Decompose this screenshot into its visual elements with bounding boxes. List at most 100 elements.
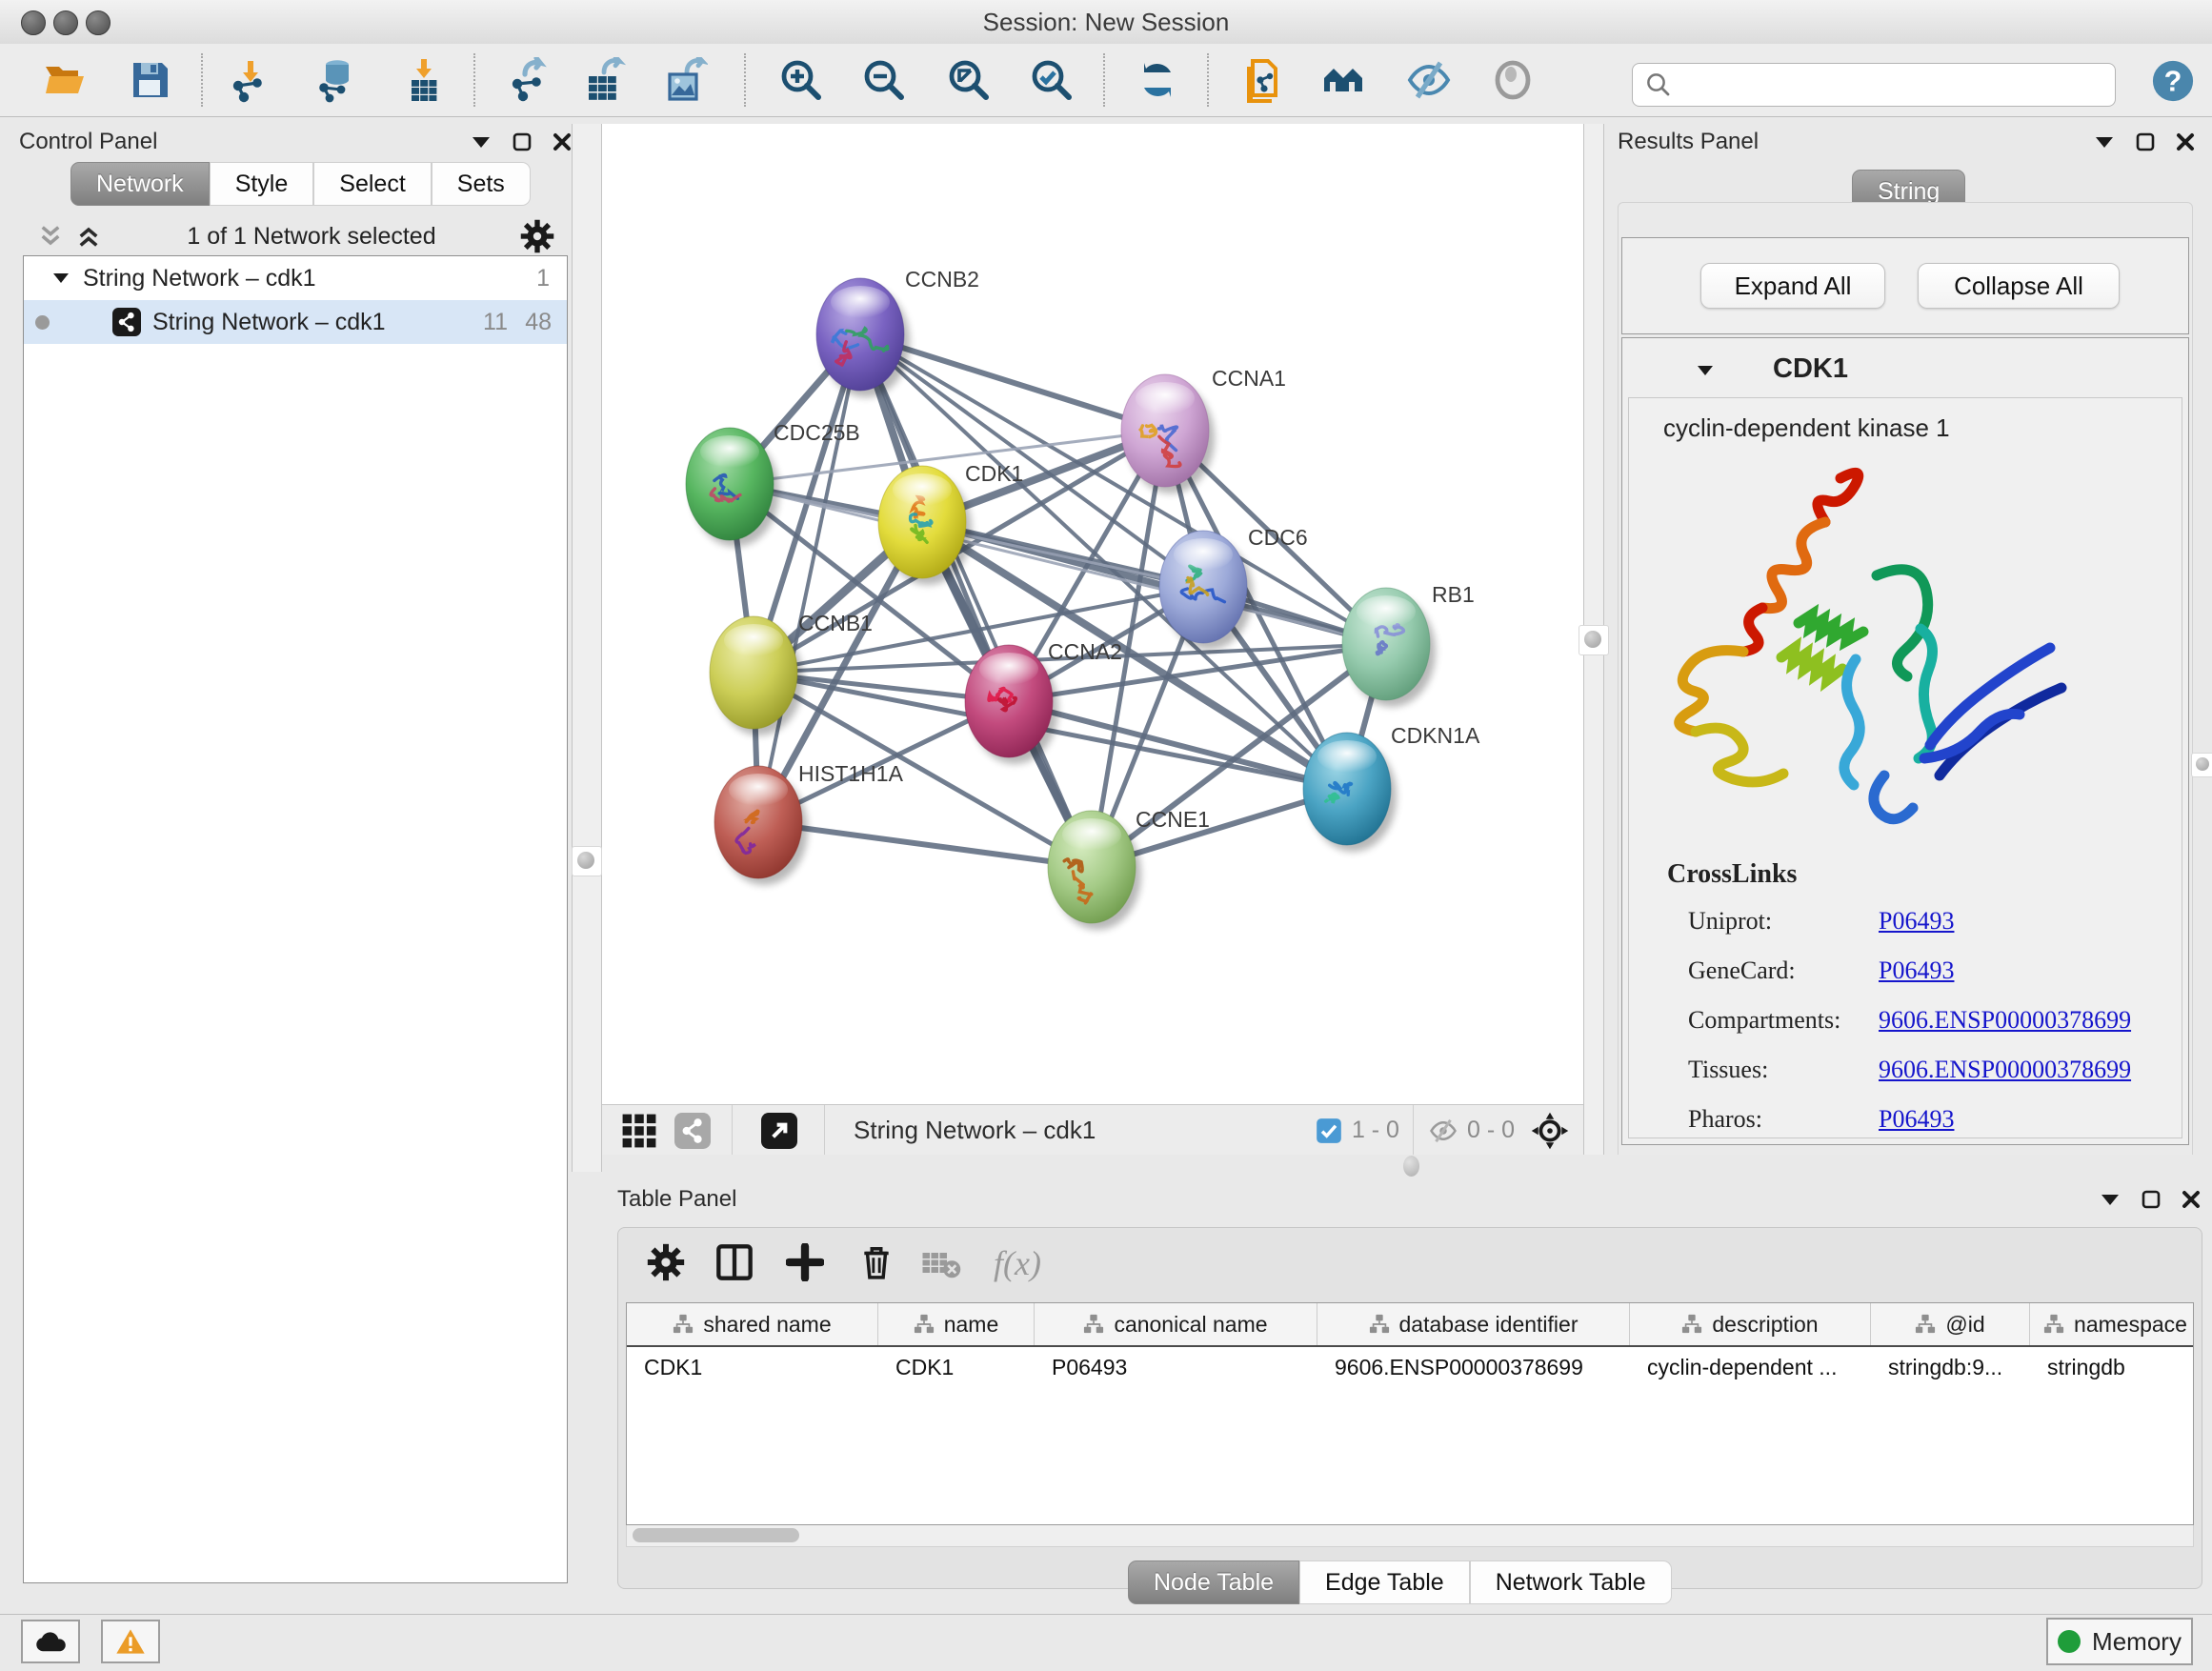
table-cell[interactable]: CDK1 [627, 1355, 878, 1380]
export-table-icon[interactable] [581, 57, 627, 103]
network-collection-row[interactable]: String Network – cdk1 1 [24, 256, 567, 300]
crosslink-link[interactable]: P06493 [1879, 907, 1954, 935]
tab-node-table[interactable]: Node Table [1128, 1560, 1299, 1604]
table-cell[interactable]: cyclin-dependent ... [1630, 1355, 1871, 1380]
memory-status-button[interactable]: Memory [2046, 1618, 2193, 1665]
network-results-splitter-grip[interactable] [1579, 625, 1609, 655]
results-scrollbar-grip[interactable] [2191, 753, 2212, 777]
tab-select[interactable]: Select [313, 162, 431, 206]
network-node-CCNA1[interactable]: CCNA1 [1121, 366, 1286, 493]
network-edge-CCNB2-CCNE1[interactable] [860, 334, 1092, 867]
table-horizontal-scrollbar[interactable] [626, 1525, 2194, 1547]
network-list-options-gear-icon[interactable] [520, 219, 554, 253]
import-table-file-icon[interactable] [400, 57, 446, 103]
zoom-in-icon[interactable] [778, 57, 824, 103]
export-image-icon[interactable] [662, 57, 708, 103]
show-all-eye-icon[interactable] [1490, 57, 1536, 103]
refresh-icon[interactable] [1135, 57, 1180, 103]
column-header-name[interactable]: name [878, 1303, 1035, 1345]
hide-selected-eye-slash-icon[interactable] [1406, 57, 1452, 103]
panel-menu-icon[interactable] [471, 135, 492, 149]
table-cell[interactable]: stringdb [2030, 1355, 2194, 1380]
entry-expanded-arrow-icon[interactable] [1697, 365, 1714, 376]
function-builder-icon[interactable]: f(x) [994, 1243, 1041, 1283]
network-node-CDC6[interactable]: CDC6 [1159, 525, 1308, 650]
panel-close-icon[interactable] [2176, 132, 2195, 151]
zoom-selected-icon[interactable] [1029, 57, 1075, 103]
tab-network[interactable]: Network [70, 162, 210, 206]
column-header-shared-name[interactable]: shared name [627, 1303, 878, 1345]
network-node-CCNB2[interactable]: CCNB2 [816, 267, 979, 397]
delete-column-trash-icon[interactable] [858, 1243, 895, 1281]
tab-edge-table[interactable]: Edge Table [1299, 1560, 1470, 1604]
table-cell[interactable]: P06493 [1035, 1355, 1317, 1380]
column-header-canonical-name[interactable]: canonical name [1035, 1303, 1317, 1345]
add-column-icon[interactable] [786, 1243, 824, 1281]
table-options-gear-icon[interactable] [647, 1243, 685, 1281]
export-network-icon[interactable] [506, 57, 552, 103]
first-neighbors-houses-icon[interactable] [1320, 57, 1366, 103]
expand-all-tree-icon[interactable] [36, 224, 65, 249]
network-graph[interactable]: CCNB2CCNA1CDC25BCDK1CDC6RB1CCNB1CCNA2CDK… [602, 124, 1583, 1104]
zoom-out-icon[interactable] [861, 57, 907, 103]
tab-sets[interactable]: Sets [432, 162, 531, 206]
open-in-new-window-icon[interactable] [761, 1113, 797, 1149]
table-cell[interactable]: 9606.ENSP00000378699 [1317, 1355, 1630, 1380]
network-overview-share-icon[interactable] [674, 1113, 711, 1149]
tab-style[interactable]: Style [210, 162, 314, 206]
table-row[interactable]: CDK1CDK1P064939606.ENSP00000378699cyclin… [627, 1347, 2193, 1387]
left-splitter[interactable] [572, 124, 602, 1172]
import-network-file-icon[interactable] [227, 57, 272, 103]
selected-checkbox-icon[interactable] [1316, 1117, 1342, 1144]
crosslink-link[interactable]: 9606.ENSP00000378699 [1879, 1056, 2131, 1083]
expand-all-button[interactable]: Expand All [1700, 263, 1885, 309]
table-splitter-grip[interactable] [1403, 1156, 1419, 1177]
tab-network-table[interactable]: Network Table [1470, 1560, 1672, 1604]
collapse-all-tree-icon[interactable] [74, 224, 103, 249]
search-input[interactable] [1680, 67, 2115, 103]
network-edge-CCNB2-HIST1H1A[interactable] [758, 334, 860, 822]
network-row-selected[interactable]: String Network – cdk1 11 48 [24, 300, 567, 344]
column-header-id[interactable]: @id [1871, 1303, 2030, 1345]
network-node-CCNE1[interactable]: CCNE1 [1048, 807, 1210, 930]
save-session-icon[interactable] [128, 57, 173, 103]
open-session-icon[interactable] [42, 57, 88, 103]
left-splitter-grip[interactable] [572, 846, 602, 876]
table-cell[interactable]: CDK1 [878, 1355, 1035, 1380]
panel-close-icon[interactable] [2182, 1190, 2201, 1209]
help-icon[interactable]: ? [2151, 59, 2195, 103]
crosslink-link[interactable]: P06493 [1879, 956, 1954, 984]
column-header-namespace[interactable]: namespace [2030, 1303, 2194, 1345]
scrollbar-thumb[interactable] [633, 1528, 799, 1542]
show-columns-icon[interactable] [715, 1243, 754, 1281]
crosslink-link[interactable]: 9606.ENSP00000378699 [1879, 1006, 2131, 1034]
table-cell[interactable]: stringdb:9... [1871, 1355, 2030, 1380]
panel-float-icon[interactable] [2142, 1190, 2161, 1209]
delete-table-icon[interactable] [921, 1247, 961, 1281]
collection-expanded-arrow-icon[interactable] [52, 272, 70, 284]
network-node-CDK1[interactable]: CDK1 [878, 461, 1023, 585]
network-node-RB1[interactable]: RB1 [1342, 582, 1475, 707]
panel-float-icon[interactable] [513, 132, 532, 151]
crosslink-link[interactable]: P06493 [1879, 1105, 1954, 1133]
network-node-HIST1H1A[interactable]: HIST1H1A [714, 761, 904, 885]
clone-network-document-icon[interactable] [1241, 57, 1287, 103]
network-node-CDC25B[interactable]: CDC25B [686, 420, 860, 547]
network-node-CDKN1A[interactable]: CDKN1A [1303, 723, 1480, 852]
panel-menu-icon[interactable] [2094, 135, 2115, 149]
network-node-CCNB1[interactable]: CCNB1 [710, 611, 873, 735]
network-edge-HIST1H1A-CCNE1[interactable] [758, 822, 1092, 867]
panel-float-icon[interactable] [2136, 132, 2155, 151]
warning-status-button[interactable] [101, 1620, 160, 1663]
network-canvas[interactable]: CCNB2CCNA1CDC25BCDK1CDC6RB1CCNB1CCNA2CDK… [602, 124, 1583, 1104]
collapse-all-button[interactable]: Collapse All [1918, 263, 2120, 309]
zoom-fit-icon[interactable] [946, 57, 992, 103]
panel-close-icon[interactable] [553, 132, 572, 151]
fit-selected-crosshair-icon[interactable] [1530, 1111, 1570, 1151]
column-header-description[interactable]: description [1630, 1303, 1871, 1345]
birds-eye-grid-icon[interactable] [621, 1113, 657, 1149]
import-network-database-icon[interactable] [312, 57, 358, 103]
panel-menu-icon[interactable] [2100, 1193, 2121, 1206]
cloud-status-button[interactable] [21, 1620, 80, 1663]
column-header-database-identifier[interactable]: database identifier [1317, 1303, 1630, 1345]
